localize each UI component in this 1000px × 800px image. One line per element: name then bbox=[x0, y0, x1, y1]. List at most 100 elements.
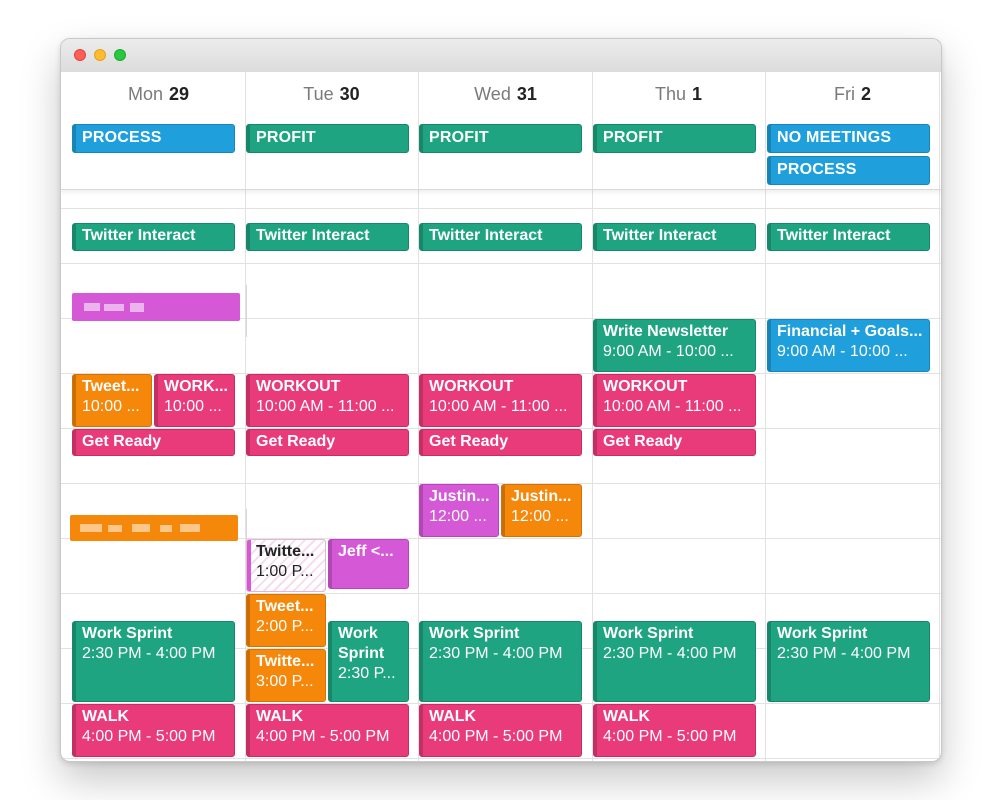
event-title: PROCESS bbox=[82, 129, 162, 146]
minimize-window-button[interactable] bbox=[94, 49, 106, 61]
event-title: Work Sprint bbox=[603, 625, 694, 642]
event-title: Twitte... bbox=[256, 653, 315, 670]
event-twitter-interact-fri[interactable]: Twitter Interact bbox=[767, 223, 930, 251]
event-title: Twitter Interact bbox=[256, 227, 370, 244]
event-time: 2:00 P... bbox=[256, 618, 314, 635]
all-day-event-profit-tue[interactable]: PROFIT bbox=[246, 124, 409, 153]
event-get-ready-wed[interactable]: Get Ready bbox=[419, 429, 582, 456]
event-twitter-interact-thu[interactable]: Twitter Interact bbox=[593, 223, 756, 251]
event-work-sprint-tue[interactable]: Work Sprint 2:30 P... bbox=[328, 621, 409, 702]
event-time: 2:30 PM - 4:00 PM bbox=[603, 645, 737, 662]
event-title: WALK bbox=[256, 708, 304, 725]
event-jeff-tue[interactable]: Jeff <... bbox=[328, 539, 409, 589]
event-title: Write Newsletter bbox=[603, 323, 729, 340]
event-time: 2:30 PM - 4:00 PM bbox=[82, 645, 216, 662]
event-time: 4:00 PM - 5:00 PM bbox=[82, 728, 216, 745]
event-work-sprint-fri[interactable]: Work Sprint 2:30 PM - 4:00 PM bbox=[767, 621, 930, 702]
event-walk-mon[interactable]: WALK 4:00 PM - 5:00 PM bbox=[72, 704, 235, 757]
event-walk-tue[interactable]: WALK 4:00 PM - 5:00 PM bbox=[246, 704, 409, 757]
event-time: 10:00 AM - 11:00 ... bbox=[429, 398, 568, 415]
event-title: PROFIT bbox=[429, 129, 489, 146]
event-title: Financial + Goals... bbox=[777, 323, 923, 340]
event-title: Get Ready bbox=[603, 433, 683, 450]
event-time: 12:00 ... bbox=[429, 508, 487, 525]
day-header-thu[interactable]: Thu 1 bbox=[592, 83, 765, 105]
event-tweet-tue-2pm[interactable]: Tweet... 2:00 P... bbox=[246, 594, 326, 647]
event-title: WORK... bbox=[164, 378, 228, 395]
event-title: Get Ready bbox=[429, 433, 509, 450]
event-time: 10:00 AM - 11:00 ... bbox=[256, 398, 395, 415]
event-walk-thu[interactable]: WALK 4:00 PM - 5:00 PM bbox=[593, 704, 756, 757]
event-title: Justin... bbox=[511, 488, 572, 505]
event-time: 4:00 PM - 5:00 PM bbox=[603, 728, 737, 745]
event-twitter-interact-wed[interactable]: Twitter Interact bbox=[419, 223, 582, 251]
event-title: Twitter Interact bbox=[603, 227, 717, 244]
event-twitte-tue-3pm[interactable]: Twitte... 3:00 P... bbox=[246, 649, 326, 702]
event-time: 1:00 P... bbox=[256, 563, 314, 580]
event-title: Twitter Interact bbox=[777, 227, 891, 244]
event-title: WALK bbox=[429, 708, 477, 725]
day-number: 2 bbox=[860, 84, 871, 104]
close-window-button[interactable] bbox=[74, 49, 86, 61]
event-twitter-interact-mon[interactable]: Twitter Interact bbox=[72, 223, 235, 251]
event-justin-wed-1[interactable]: Justin... 12:00 ... bbox=[419, 484, 499, 537]
day-header-wed[interactable]: Wed 31 bbox=[419, 83, 592, 105]
event-twitte-tue-1pm[interactable]: Twitte... 1:00 P... bbox=[246, 539, 326, 592]
all-day-event-profit-thu[interactable]: PROFIT bbox=[593, 124, 756, 153]
title-bar bbox=[61, 39, 941, 73]
all-day-event-process-fri[interactable]: PROCESS bbox=[767, 156, 930, 185]
day-name: Mon bbox=[127, 84, 163, 104]
event-time: 10:00 AM - 11:00 ... bbox=[603, 398, 742, 415]
redacted-event-mon-noon[interactable] bbox=[70, 515, 238, 541]
day-number: 29 bbox=[168, 84, 190, 104]
event-workout-thu[interactable]: WORKOUT 10:00 AM - 11:00 ... bbox=[593, 374, 756, 427]
zoom-window-button[interactable] bbox=[114, 49, 126, 61]
event-time: 2:30 PM - 4:00 PM bbox=[429, 645, 563, 662]
event-title: PROFIT bbox=[256, 129, 316, 146]
event-workout-tue[interactable]: WORKOUT 10:00 AM - 11:00 ... bbox=[246, 374, 409, 427]
event-title: WALK bbox=[603, 708, 651, 725]
event-title: Twitter Interact bbox=[82, 227, 196, 244]
event-title: Work Sprint bbox=[777, 625, 868, 642]
event-work-sprint-thu[interactable]: Work Sprint 2:30 PM - 4:00 PM bbox=[593, 621, 756, 702]
event-financial-goals-fri[interactable]: Financial + Goals... 9:00 AM - 10:00 ... bbox=[767, 319, 930, 372]
event-workout-mon[interactable]: WORK... 10:00 ... bbox=[154, 374, 235, 427]
event-title: WALK bbox=[82, 708, 130, 725]
event-title: WORKOUT bbox=[429, 378, 514, 395]
event-twitter-interact-tue[interactable]: Twitter Interact bbox=[246, 223, 409, 251]
event-get-ready-tue[interactable]: Get Ready bbox=[246, 429, 409, 456]
day-header-fri[interactable]: Fri 2 bbox=[766, 83, 939, 105]
event-title: Twitte... bbox=[256, 543, 315, 560]
day-header-tue[interactable]: Tue 30 bbox=[245, 83, 418, 105]
event-title: Tweet... bbox=[82, 378, 140, 395]
event-time: 12:00 ... bbox=[511, 508, 569, 525]
event-title: Get Ready bbox=[82, 433, 162, 450]
event-get-ready-mon[interactable]: Get Ready bbox=[72, 429, 235, 456]
event-justin-wed-2[interactable]: Justin... 12:00 ... bbox=[501, 484, 582, 537]
all-day-event-no-meetings-fri[interactable]: NO MEETINGS bbox=[767, 124, 930, 153]
event-workout-wed[interactable]: WORKOUT 10:00 AM - 11:00 ... bbox=[419, 374, 582, 427]
event-work-sprint-wed[interactable]: Work Sprint 2:30 PM - 4:00 PM bbox=[419, 621, 582, 702]
event-time: 10:00 ... bbox=[82, 398, 140, 415]
event-get-ready-thu[interactable]: Get Ready bbox=[593, 429, 756, 456]
day-number: 30 bbox=[339, 84, 360, 104]
event-title: WORKOUT bbox=[256, 378, 341, 395]
event-write-newsletter-thu[interactable]: Write Newsletter 9:00 AM - 10:00 ... bbox=[593, 319, 756, 372]
event-time: 9:00 AM - 10:00 ... bbox=[777, 343, 908, 360]
calendar-window: Mon 29 Tue 30 Wed 31 Thu 1 Fri 2 PROCESS PROF… bbox=[60, 38, 942, 762]
event-title: Twitter Interact bbox=[429, 227, 543, 244]
event-title: Justin... bbox=[429, 488, 490, 505]
event-time: 9:00 AM - 10:00 ... bbox=[603, 343, 734, 360]
event-title: NO MEETINGS bbox=[777, 129, 892, 146]
event-title: Tweet... bbox=[256, 598, 314, 615]
day-header-mon[interactable]: Mon 29 bbox=[72, 83, 245, 105]
redacted-event-mon-morning[interactable] bbox=[72, 293, 240, 321]
day-name: Fri bbox=[833, 84, 855, 104]
event-walk-wed[interactable]: WALK 4:00 PM - 5:00 PM bbox=[419, 704, 582, 757]
event-time: 10:00 ... bbox=[164, 398, 222, 415]
all-day-event-profit-wed[interactable]: PROFIT bbox=[419, 124, 582, 153]
event-title: PROFIT bbox=[603, 129, 663, 146]
event-work-sprint-mon[interactable]: Work Sprint 2:30 PM - 4:00 PM bbox=[72, 621, 235, 702]
event-tweet-mon[interactable]: Tweet... 10:00 ... bbox=[72, 374, 152, 427]
all-day-event-process-mon[interactable]: PROCESS bbox=[72, 124, 235, 153]
